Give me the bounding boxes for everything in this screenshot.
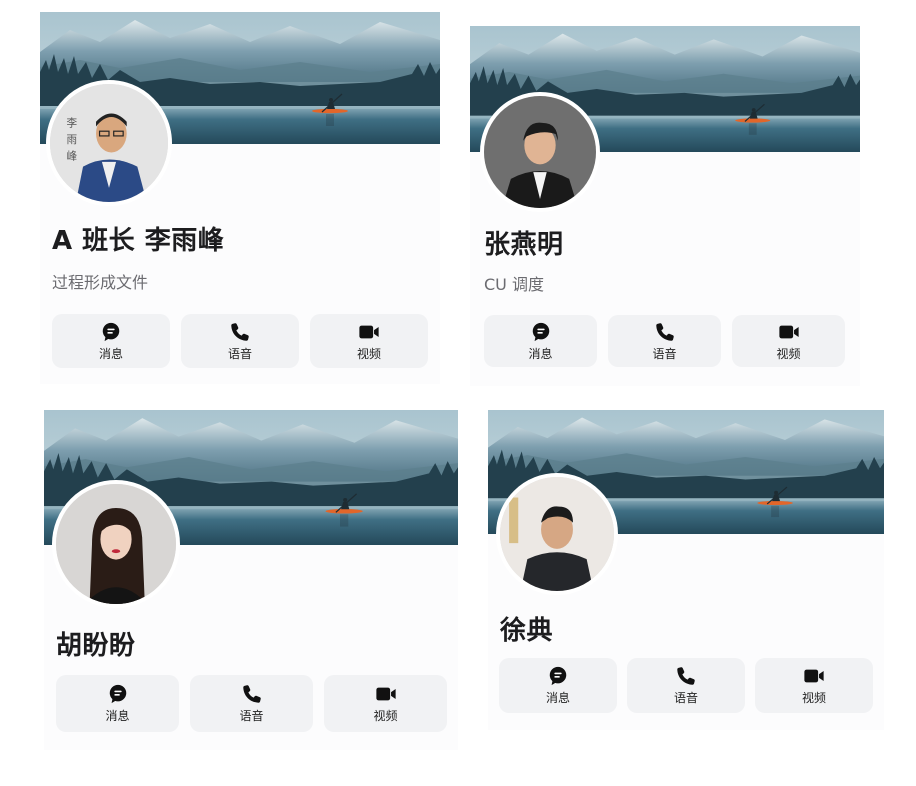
voice-call-button[interactable]: 语音 bbox=[190, 675, 313, 732]
person-blue-suit-avatar: 李 雨 峰 bbox=[50, 84, 168, 202]
message-button[interactable]: 消息 bbox=[499, 658, 617, 713]
contact-card: 徐典 消息 语音 视频 bbox=[488, 410, 884, 730]
person-black-suit-avatar bbox=[484, 96, 596, 208]
voice-label: 语音 bbox=[673, 691, 698, 705]
voice-call-button[interactable]: 语音 bbox=[181, 314, 299, 368]
phone-icon bbox=[675, 665, 697, 687]
video-camera-icon bbox=[358, 321, 380, 343]
phone-icon bbox=[654, 321, 676, 343]
action-row: 消息 语音 视频 bbox=[56, 675, 447, 732]
message-button[interactable]: 消息 bbox=[52, 314, 170, 368]
video-call-button[interactable]: 视频 bbox=[755, 658, 873, 713]
video-camera-icon bbox=[803, 665, 825, 687]
action-row: 消息 语音 视频 bbox=[499, 658, 873, 713]
message-label: 消息 bbox=[105, 709, 130, 723]
contact-subtitle: 过程形成文件 bbox=[52, 273, 149, 292]
contact-name: 徐典 bbox=[500, 616, 554, 646]
video-camera-icon bbox=[375, 683, 397, 705]
contact-name: 胡盼盼 bbox=[56, 631, 136, 661]
contact-card: 胡盼盼 消息 语音 视频 bbox=[44, 410, 458, 750]
svg-text:雨: 雨 bbox=[67, 133, 78, 146]
message-label: 消息 bbox=[98, 346, 123, 361]
action-row: 消息 语音 视频 bbox=[52, 314, 428, 368]
message-label: 消息 bbox=[528, 346, 553, 361]
video-label: 视频 bbox=[801, 691, 826, 705]
chat-bubble-icon bbox=[530, 321, 552, 343]
video-call-button[interactable]: 视频 bbox=[310, 314, 428, 368]
video-call-button[interactable]: 视频 bbox=[732, 315, 845, 367]
phone-icon bbox=[229, 321, 251, 343]
voice-label: 语音 bbox=[239, 709, 264, 723]
contact-name: A 班长 李雨峰 bbox=[52, 226, 225, 256]
chat-bubble-icon bbox=[547, 665, 569, 687]
voice-label: 语音 bbox=[227, 346, 252, 361]
contact-card: 张燕明 CU 调度 消息 语音 视频 bbox=[470, 26, 860, 386]
contact-card: 李 雨 峰 A 班长 李雨峰 过程形成文件 消息 语音 视频 bbox=[40, 12, 440, 384]
action-row: 消息 语音 视频 bbox=[484, 315, 845, 367]
person-dark-jacket-avatar bbox=[500, 477, 614, 591]
avatar[interactable]: 李 雨 峰 bbox=[46, 80, 172, 206]
voice-call-button[interactable]: 语音 bbox=[627, 658, 745, 713]
video-label: 视频 bbox=[373, 709, 398, 723]
voice-label: 语音 bbox=[652, 346, 677, 361]
contact-subtitle: CU 调度 bbox=[484, 275, 544, 294]
svg-text:峰: 峰 bbox=[67, 150, 78, 163]
avatar[interactable] bbox=[52, 480, 180, 608]
avatar[interactable] bbox=[496, 473, 618, 595]
message-label: 消息 bbox=[545, 691, 570, 705]
contact-name: 张燕明 bbox=[484, 230, 564, 260]
voice-call-button[interactable]: 语音 bbox=[608, 315, 721, 367]
chat-bubble-icon bbox=[100, 321, 122, 343]
person-long-hair-avatar bbox=[56, 484, 176, 604]
video-call-button[interactable]: 视频 bbox=[324, 675, 447, 732]
avatar[interactable] bbox=[480, 92, 600, 212]
phone-icon bbox=[241, 683, 263, 705]
chat-bubble-icon bbox=[107, 683, 129, 705]
video-camera-icon bbox=[778, 321, 800, 343]
svg-text:李: 李 bbox=[67, 116, 78, 129]
message-button[interactable]: 消息 bbox=[56, 675, 179, 732]
video-label: 视频 bbox=[776, 346, 801, 361]
message-button[interactable]: 消息 bbox=[484, 315, 597, 367]
video-label: 视频 bbox=[356, 346, 381, 361]
